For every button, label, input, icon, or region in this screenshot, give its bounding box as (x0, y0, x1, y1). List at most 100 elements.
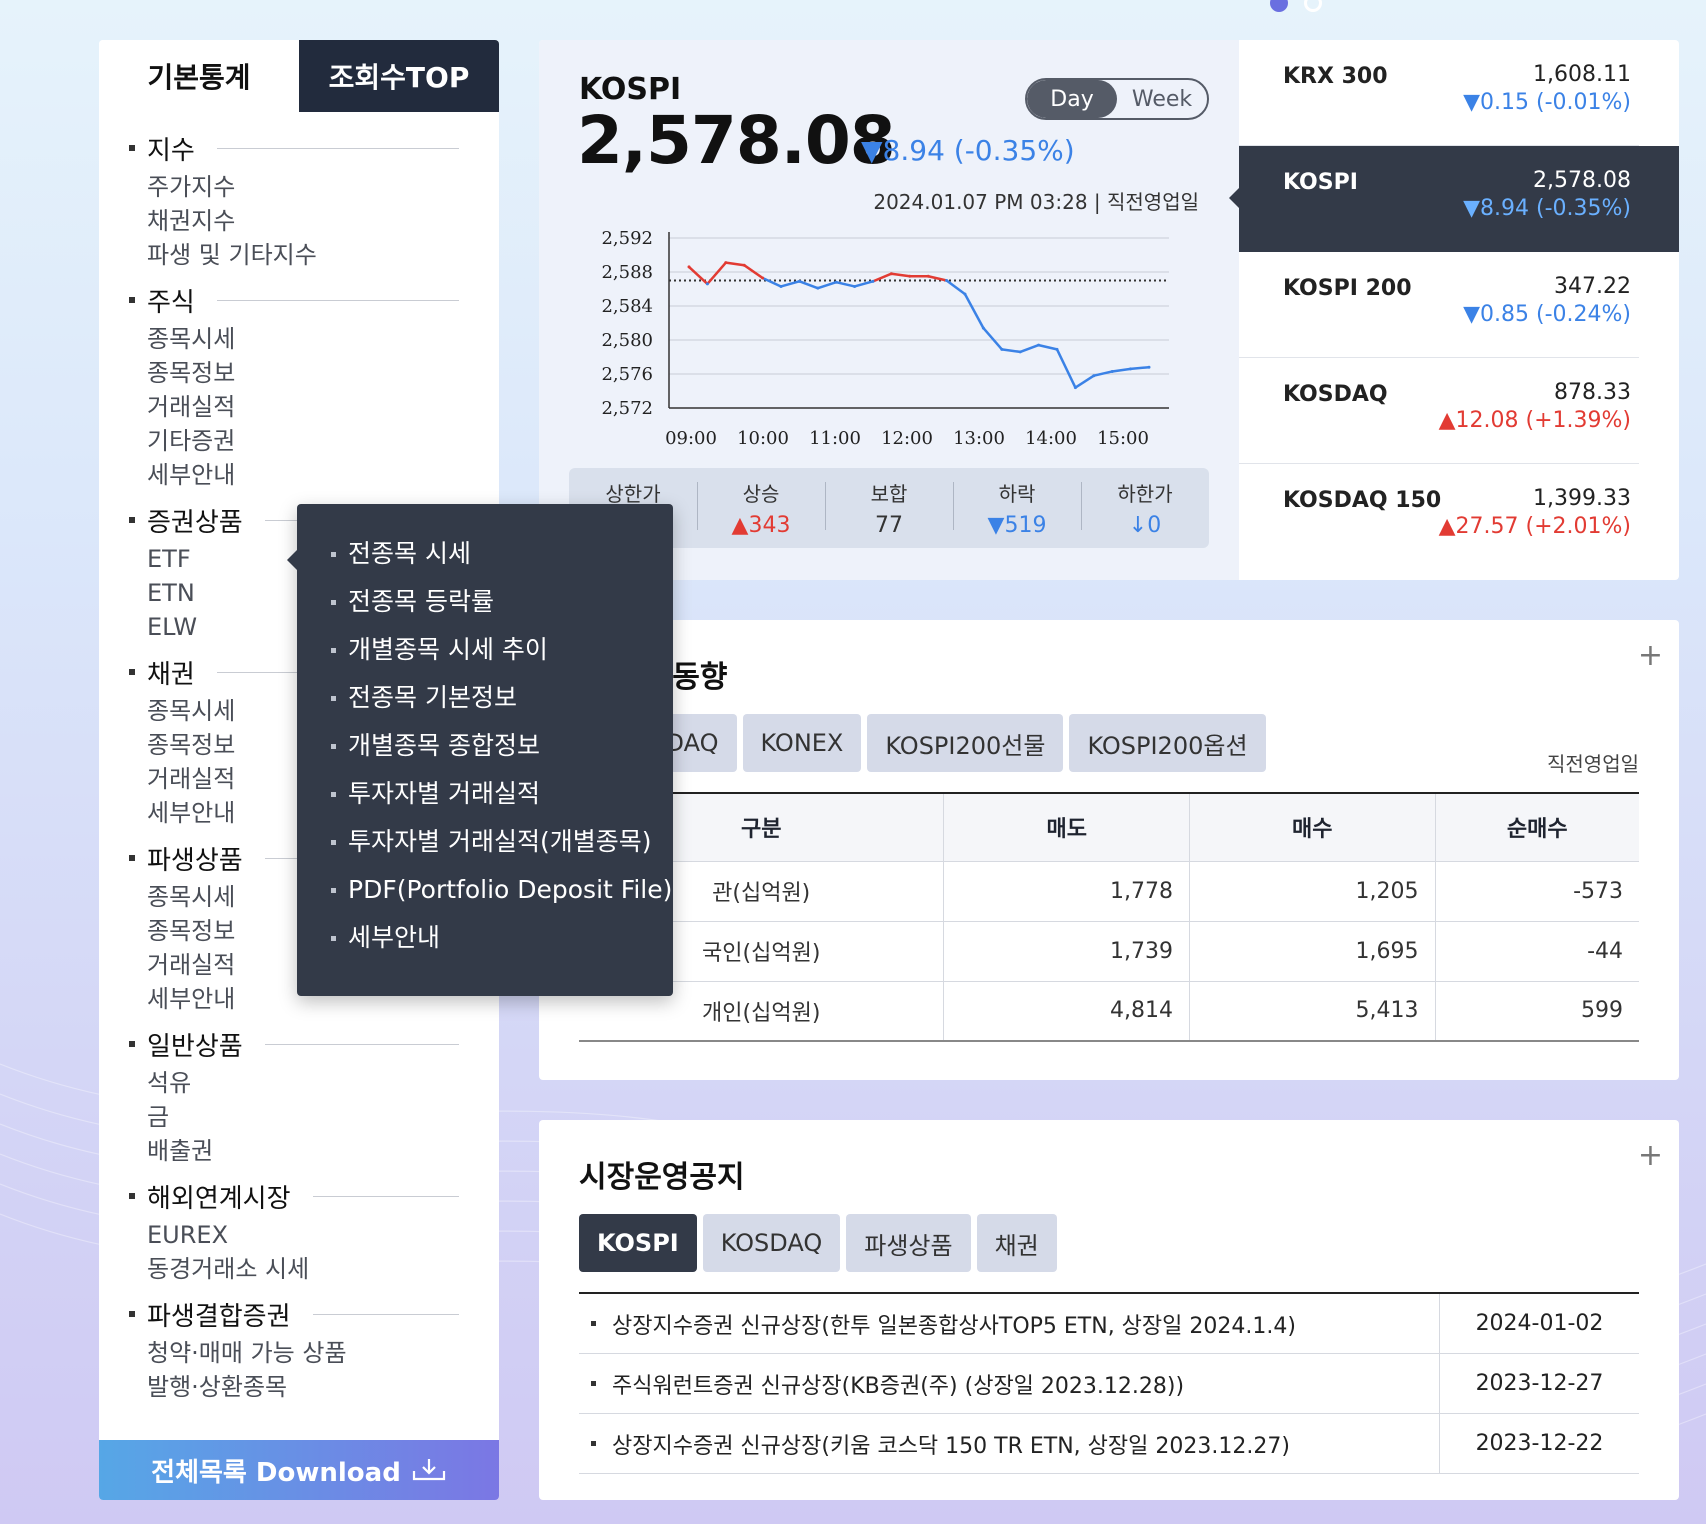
more-plus-icon[interactable]: + (1638, 638, 1663, 673)
menu-group: 지수 주가지수 채권지수 파생 및 기타지수 (129, 126, 499, 272)
menu-item[interactable]: 종목정보 (129, 356, 499, 390)
menu-group-title: 지수 (129, 126, 499, 170)
menu-group: 해외연계시장 EUREX 동경거래소 시세 (129, 1174, 499, 1286)
index-list-row[interactable]: KOSDAQ 150 1,399.33 ▲27.57 (+2.01%) (1239, 464, 1639, 570)
menu-item[interactable]: 주가지수 (129, 170, 499, 204)
notice-tab[interactable]: 채권 (976, 1214, 1057, 1272)
notice-date: 2024-01-02 (1439, 1293, 1639, 1354)
index-change: ▼8.94 (-0.35%) (861, 134, 1075, 167)
market-notice-card: 시장운영공지 + KOSPI KOSDAQ 파생상품 채권 상장지수증권 신규상장(한… (539, 1120, 1679, 1500)
line-segment (1001, 348, 1021, 354)
week-toggle-button[interactable]: Week (1117, 80, 1207, 118)
submenu-item[interactable]: 투자자별 거래실적 (331, 770, 673, 818)
index-list-row[interactable]: KOSPI 2,578.08 ▼8.94 (-0.35%) (1229, 146, 1679, 252)
notice-row[interactable]: 상장지수증권 신규상장(키움 코스닥 150 TR ETN, 상장일 2023.… (579, 1413, 1639, 1474)
menu-item[interactable]: EUREX (129, 1218, 499, 1252)
tab-basic-stats[interactable]: 기본통계 (99, 40, 299, 112)
x-tick-label: 14:00 (1025, 428, 1077, 449)
table-row: 관(십억원) 1,778 1,205 -573 (579, 861, 1639, 922)
menu-item[interactable]: 청약·매매 가능 상품 (129, 1336, 499, 1370)
divider-line (216, 147, 459, 149)
submenu-item[interactable]: 전종목 시세 (331, 530, 673, 578)
data-point (1037, 343, 1041, 347)
data-point (724, 261, 728, 265)
menu-group-label: 주식 (147, 287, 195, 318)
carousel-dot[interactable] (1304, 0, 1322, 12)
intraday-line-chart: 2,592 2,588 2,584 2,580 2,576 2,572 09:00 10:00… (601, 228, 1169, 449)
market-tab[interactable]: KOSPI200선물 (867, 714, 1064, 772)
menu-item[interactable]: 세부안내 (129, 458, 499, 492)
notice-tab[interactable]: 파생상품 (846, 1214, 971, 1272)
data-point (853, 284, 857, 288)
table-cell: 599 (1434, 981, 1639, 1042)
notice-row[interactable]: 상장지수증권 신규상장(한투 일본종합상사TOP5 ETN, 상장일 2024.… (579, 1293, 1639, 1354)
breadth-stat: 보합 77 (825, 468, 953, 548)
submenu-item[interactable]: 전종목 등락률 (331, 578, 673, 626)
market-tabs: KOSDAQKONEXKOSPI200선물KOSPI200옵션 (539, 714, 1266, 772)
table-cell: 1,695 (1188, 921, 1436, 982)
breadth-label: 상한가 (605, 482, 661, 506)
breadth-label: 상승 (742, 482, 780, 506)
menu-item[interactable]: 동경거래소 시세 (129, 1252, 499, 1286)
menu-item[interactable]: 채권지수 (129, 204, 499, 238)
carousel-dots (1270, 0, 1338, 16)
table-cell: -44 (1434, 921, 1639, 982)
trading-date-note: 직전영업일 (1547, 752, 1639, 776)
day-toggle-button[interactable]: Day (1027, 80, 1117, 118)
line-segment (725, 261, 745, 267)
submenu-item[interactable]: 세부안내 (331, 914, 673, 962)
index-list-change: ▲27.57 (+2.01%) (1438, 514, 1631, 539)
download-all-button[interactable]: 전체목록 Download (99, 1440, 499, 1500)
notice-row[interactable]: 주식워런트증권 신규상장(KB증권(주) (상장일 2023.12.28)) 20… (579, 1353, 1639, 1414)
notice-tab[interactable]: KOSPI (579, 1214, 697, 1272)
index-list-name: KOSDAQ 150 (1283, 488, 1442, 513)
submenu-item[interactable]: 개별종목 종합정보 (331, 722, 673, 770)
menu-item[interactable]: 금 (129, 1100, 499, 1134)
index-list-change: ▼0.15 (-0.01%) (1463, 90, 1631, 115)
x-tick-label: 12:00 (881, 428, 933, 449)
menu-group-title: 파생결합증권 (129, 1292, 499, 1336)
index-list-row[interactable]: KOSPI 200 347.22 ▼0.85 (-0.24%) (1239, 252, 1639, 358)
breadth-stat: 하한가 ↓0 (1081, 468, 1209, 548)
data-point (797, 279, 801, 283)
index-list: KRX 300 1,608.11 ▼0.15 (-0.01%) KOSPI 2,578.… (1229, 40, 1679, 580)
line-segment (1055, 348, 1077, 389)
submenu-item[interactable]: PDF(Portfolio Deposit File) (331, 866, 673, 914)
table-cell: 1,778 (943, 861, 1190, 922)
menu-item[interactable]: 거래실적 (129, 390, 499, 424)
index-list-row[interactable]: KRX 300 1,608.11 ▼0.15 (-0.01%) (1239, 40, 1639, 146)
divider-line (312, 1313, 459, 1315)
notice-date: 2023-12-22 (1439, 1413, 1639, 1474)
submenu-item[interactable]: 전종목 기본정보 (331, 674, 673, 722)
bullet-icon (129, 1193, 135, 1199)
line-segment (945, 279, 966, 296)
notice-title-text: 상장지수증권 신규상장(키움 코스닥 150 TR ETN, 상장일 2023.… (579, 1428, 1439, 1460)
line-segment (835, 280, 855, 288)
market-tab[interactable]: KONEX (742, 714, 862, 772)
index-detail: KOSPI 2,578.08 ▼8.94 (-0.35%) Day Week 2… (539, 40, 1239, 580)
more-plus-icon[interactable]: + (1638, 1138, 1663, 1173)
tab-top-views[interactable]: 조회수TOP (299, 40, 499, 112)
breadth-stat: 상승 ▲343 (697, 468, 825, 548)
menu-item[interactable]: 배출권 (129, 1134, 499, 1168)
menu-item[interactable]: 종목시세 (129, 322, 499, 356)
menu-item[interactable]: 파생 및 기타지수 (129, 238, 499, 272)
submenu-item[interactable]: 개별종목 시세 추이 (331, 626, 673, 674)
y-tick-label: 2,580 (601, 330, 653, 351)
menu-item[interactable]: 발행·상환종목 (129, 1370, 499, 1404)
menu-group-title: 주식 (129, 278, 499, 322)
x-tick-label: 13:00 (953, 428, 1005, 449)
menu-item[interactable]: 기타증권 (129, 424, 499, 458)
index-list-value: 1,399.33 (1533, 486, 1631, 511)
index-list-row[interactable]: KOSDAQ 878.33 ▲12.08 (+1.39%) (1239, 358, 1639, 464)
data-point (1110, 369, 1114, 373)
menu-item[interactable]: 석유 (129, 1066, 499, 1100)
breadth-stat: 하락 ▼519 (953, 468, 1081, 548)
line-segment (963, 293, 985, 329)
data-point (761, 276, 765, 280)
data-point (926, 274, 930, 278)
market-tab[interactable]: KOSPI200옵션 (1069, 714, 1266, 772)
submenu-item[interactable]: 투자자별 거래실적(개별종목) (331, 818, 673, 866)
carousel-dot-active[interactable] (1270, 0, 1288, 12)
notice-tab[interactable]: KOSDAQ (702, 1214, 841, 1272)
